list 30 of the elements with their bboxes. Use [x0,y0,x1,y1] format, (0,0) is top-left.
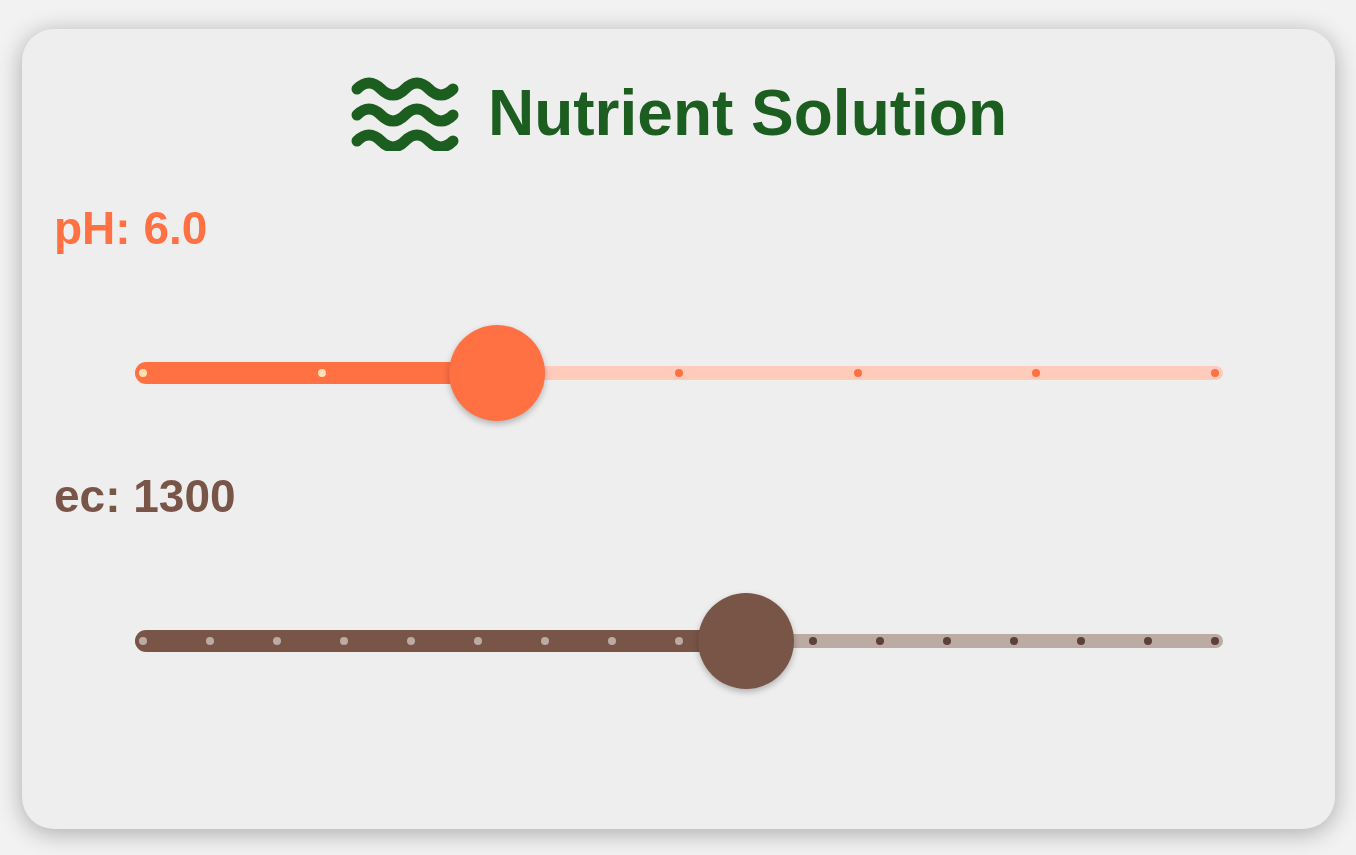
card-title: Nutrient Solution [488,76,1007,150]
tick-mark [317,369,326,377]
tick-mark [608,637,616,645]
tick-mark [407,637,415,645]
slider[interactable] [135,593,1223,689]
tick-mark [675,369,683,377]
waves-icon [350,75,460,151]
tick-mark [541,637,549,645]
tick-mark [943,637,951,645]
tick-mark [340,637,348,645]
tick-mark [273,637,281,645]
tick-mark [1010,637,1018,645]
slider-label: pH: 6.0 [54,201,208,255]
slider-thumb[interactable] [448,325,545,421]
tick-mark [139,637,147,645]
tick-mark [1211,637,1219,645]
tick-mark [1144,637,1152,645]
tick-mark [1032,369,1041,377]
tick-mark [474,637,482,645]
tick-mark [139,369,147,377]
slider-label: ec: 1300 [54,469,236,523]
tick-mark [876,637,884,645]
slider-thumb[interactable] [698,593,794,689]
tick-mark [1077,637,1085,645]
tick-mark [853,369,862,377]
tick-mark [809,637,817,645]
tick-mark [1211,369,1219,377]
tick-mark [675,637,683,645]
slider[interactable] [135,325,1223,421]
tick-mark [206,637,214,645]
